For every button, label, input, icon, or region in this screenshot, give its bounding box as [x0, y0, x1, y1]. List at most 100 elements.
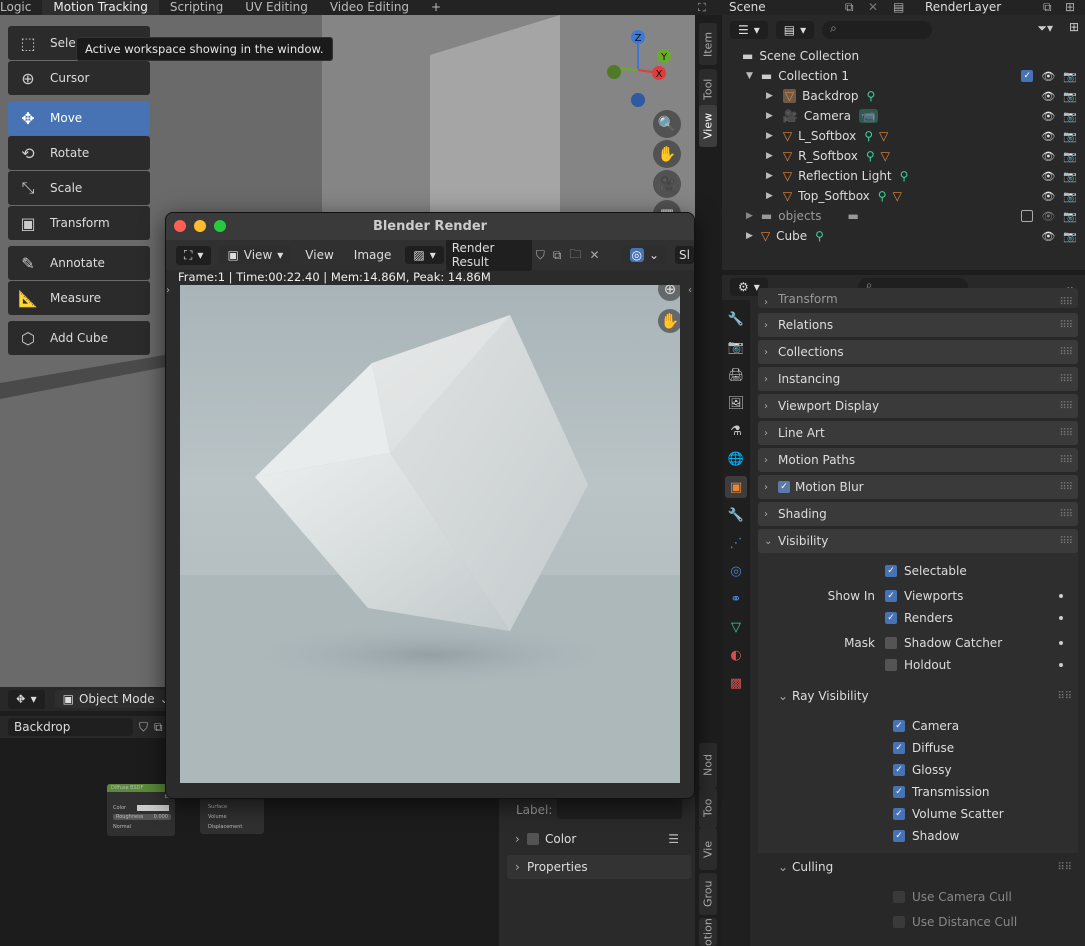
keyframe-dot[interactable] [1059, 663, 1063, 667]
collapse-arrow-icon[interactable]: ▼ [746, 71, 753, 81]
physics-tab-icon[interactable]: ◎ [725, 560, 747, 582]
drag-grip-icon[interactable]: ⠿⠿ [1059, 374, 1073, 385]
ray-glossy-row[interactable]: ✓ Glossy [893, 763, 952, 777]
camera-render-icon[interactable]: 📷 [1063, 150, 1077, 163]
use-camera-cull-checkbox[interactable] [893, 891, 905, 903]
view-layer-tab-icon[interactable]: 🖼 [725, 392, 747, 414]
tab-motion-tracking[interactable]: Motion Tracking [42, 0, 159, 15]
fake-user-shield-icon[interactable]: ⛉ [139, 720, 148, 735]
expand-arrow-icon[interactable]: ▶ [746, 231, 753, 241]
sidebar-expand-arrow-icon[interactable]: ‹ [688, 285, 692, 296]
use-distance-cull-row[interactable]: Use Distance Cull [893, 915, 1017, 929]
renders-row[interactable]: ✓ Renders [885, 611, 953, 625]
view-menu[interactable]: View [299, 248, 339, 262]
pan-hand-icon[interactable]: ✋ [653, 140, 681, 168]
ray-volume-scatter-checkbox[interactable]: ✓ [893, 808, 905, 820]
panel-collections[interactable]: › Collections ⠿⠿ [758, 340, 1078, 364]
render-result-field[interactable]: Render Result [445, 239, 532, 271]
holdout-checkbox[interactable] [885, 659, 897, 671]
outliner-item-camera[interactable]: ▶ 🎥 Camera 📹 👁 📷 [722, 106, 1085, 126]
eye-icon[interactable]: 👁 [1041, 110, 1055, 123]
roughness-slider[interactable]: Roughness 0.000 [113, 814, 171, 820]
panel-motion-paths[interactable]: › Motion Paths ⠿⠿ [758, 448, 1078, 472]
expand-arrow-icon[interactable]: ▶ [766, 131, 773, 141]
camera-view-icon[interactable]: 🎥 [653, 170, 681, 198]
measure-tool[interactable]: 📐 Measure [8, 281, 150, 315]
drag-grip-icon[interactable]: ⠿⠿ [1057, 862, 1072, 873]
annotate-tool[interactable]: ✎ Annotate [8, 246, 150, 280]
slot-dropdown[interactable]: Sl [675, 246, 694, 264]
neg-y-axis-handle[interactable] [607, 65, 621, 79]
collection-1-row[interactable]: ▼ ▬ Collection 1 ✓ 👁 📷 [722, 66, 1085, 86]
add-cube-tool[interactable]: ⬡ Add Cube [8, 321, 150, 355]
expand-arrow-icon[interactable]: ▶ [746, 211, 753, 221]
keyframe-dot[interactable] [1059, 616, 1063, 620]
data-tab-icon[interactable]: ▽ [725, 616, 747, 638]
panel-transform[interactable]: › Transform ⠿⠿ [758, 288, 1078, 308]
view-layer-add-icon[interactable]: ⊞ [1065, 0, 1075, 14]
image-menu[interactable]: Image [348, 248, 398, 262]
ray-diffuse-checkbox[interactable]: ✓ [893, 742, 905, 754]
camera-render-icon[interactable]: 📷 [1063, 230, 1077, 243]
drag-grip-icon[interactable]: ⠿⠿ [1059, 455, 1073, 466]
minimize-window-button[interactable] [194, 220, 206, 232]
outliner-item-cube[interactable]: ▶ ▽ Cube ⚲ 👁 📷 [722, 226, 1085, 246]
display-channels-dropdown[interactable]: ◎ ⌄ [621, 246, 668, 264]
drag-grip-icon[interactable]: ⠿⠿ [1059, 428, 1073, 439]
material-output-node[interactable]: Surface Volume Displacement [200, 798, 264, 834]
browse-copy-icon[interactable]: ⧉ [154, 720, 163, 735]
camera-render-icon[interactable]: 📷 [1063, 170, 1077, 183]
holdout-row[interactable]: Holdout [885, 658, 951, 672]
use-distance-cull-checkbox[interactable] [893, 916, 905, 928]
zoom-view-icon[interactable]: 🔍 [653, 110, 681, 138]
move-tool[interactable]: ✥ Move [8, 101, 150, 135]
camera-render-icon[interactable]: 📷 [1063, 70, 1077, 83]
navigation-gizmo[interactable]: Z X Y [604, 28, 674, 110]
sidebar-tab-tool[interactable]: Too [699, 788, 717, 828]
outliner-item-top-softbox[interactable]: ▶ ▽ Top_Softbox ⚲ ▽ 👁 📷 [722, 186, 1085, 206]
shadow-catcher-checkbox[interactable] [885, 637, 897, 649]
sidebar-tab-group[interactable]: Grou [699, 873, 717, 915]
color-panel-checkbox[interactable] [527, 833, 539, 845]
outliner-item-objects[interactable]: ▶ ▬ objects ▬ 👁 📷 [722, 206, 1085, 226]
exclude-checkbox[interactable]: ✓ [1021, 69, 1034, 82]
expand-arrow-icon[interactable]: ▶ [766, 191, 773, 201]
toolbar-expand-arrow-icon[interactable]: › [166, 285, 170, 296]
drag-grip-icon[interactable]: ⠿⠿ [1059, 482, 1073, 493]
tab-scripting[interactable]: Scripting [159, 0, 234, 15]
cursor-tool[interactable]: ⊕ Cursor [8, 61, 150, 95]
mode-dropdown[interactable]: ▣Object Mode⌄ [54, 690, 178, 708]
motion-blur-checkbox[interactable]: ✓ [778, 481, 790, 493]
viewports-row[interactable]: ✓ Viewports [885, 589, 963, 603]
constraints-tab-icon[interactable]: ⚭ [725, 588, 747, 610]
use-camera-cull-row[interactable]: Use Camera Cull [893, 890, 1012, 904]
panel-viewport-display[interactable]: › Viewport Display ⠿⠿ [758, 394, 1078, 418]
eye-icon[interactable]: 👁 [1041, 170, 1055, 183]
scene-remove-icon[interactable]: ✕ [868, 0, 878, 14]
sidebar-tab-options[interactable]: otion [699, 918, 717, 946]
camera-render-icon[interactable]: 📷 [1063, 90, 1077, 103]
ray-shadow-checkbox[interactable]: ✓ [893, 830, 905, 842]
rotate-tool[interactable]: ⟲ Rotate [8, 136, 150, 170]
drag-grip-icon[interactable]: ⠿⠿ [1059, 536, 1073, 547]
tab-uv-editing[interactable]: UV Editing [234, 0, 319, 15]
drag-grip-icon[interactable]: ⠿⠿ [1059, 320, 1073, 331]
object-tab-icon[interactable]: ▣ [725, 476, 747, 498]
shadow-catcher-row[interactable]: Shadow Catcher [885, 636, 1002, 650]
eye-icon[interactable]: 👁 [1041, 230, 1055, 243]
sidebar-tab-node[interactable]: Nod [699, 743, 717, 788]
sidebar-tab-view[interactable]: View [699, 105, 717, 147]
drag-grip-icon[interactable]: ⠿⠿ [1059, 401, 1073, 412]
scene-collection-row[interactable]: ▬ Scene Collection [722, 46, 1085, 66]
drag-grip-icon[interactable]: ⠿⠿ [1059, 297, 1073, 308]
expand-arrow-icon[interactable]: ▶ [766, 111, 773, 121]
camera-render-icon[interactable]: 📷 [1063, 110, 1077, 123]
selectable-checkbox[interactable]: ✓ [885, 565, 897, 577]
render-tab-icon[interactable]: 📷 [725, 336, 747, 358]
label-field[interactable] [557, 799, 682, 819]
expand-arrow-icon[interactable]: ▶ [766, 91, 773, 101]
transform-tool[interactable]: ▣ Transform [8, 206, 150, 240]
renders-checkbox[interactable]: ✓ [885, 612, 897, 624]
outliner-item-reflection-light[interactable]: ▶ ▽ Reflection Light ⚲ 👁 📷 [722, 166, 1085, 186]
pan-hand-icon[interactable]: ✋ [658, 309, 680, 333]
